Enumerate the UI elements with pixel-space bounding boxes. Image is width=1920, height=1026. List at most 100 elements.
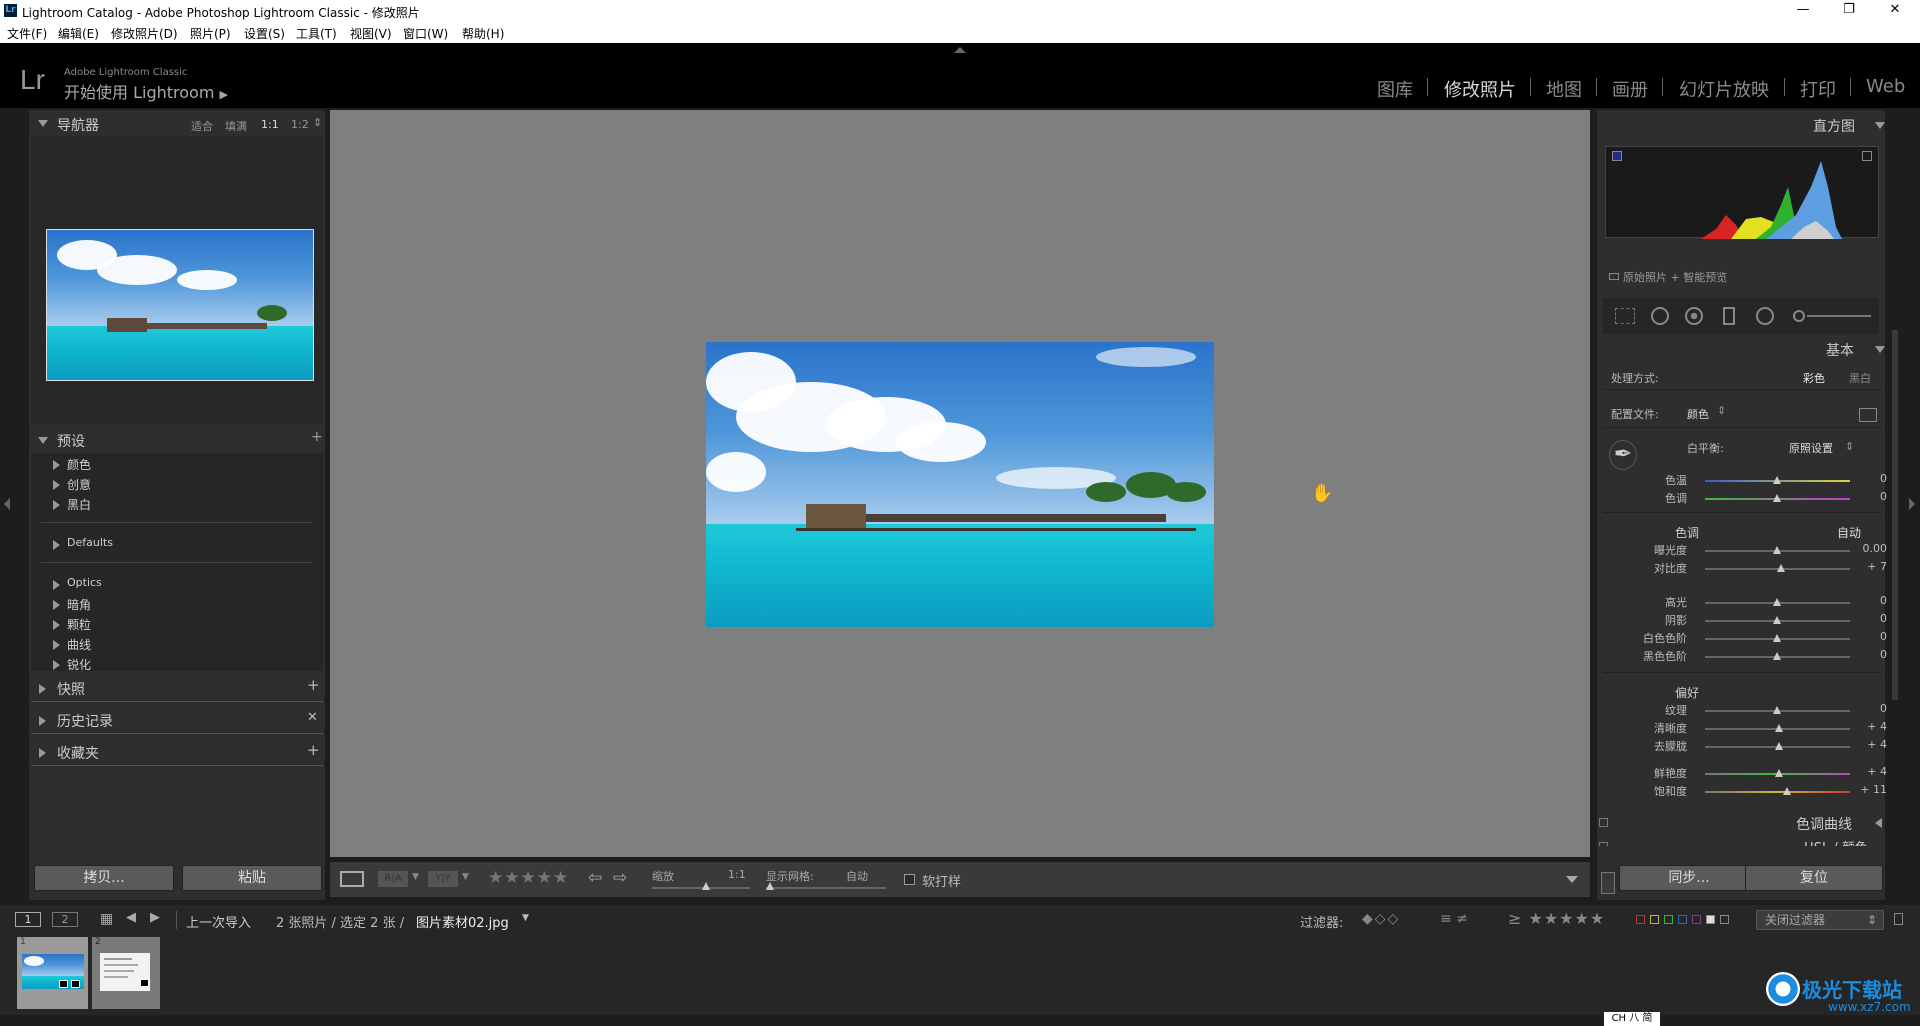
filename[interactable]: 图片素材02.jpg (416, 912, 509, 931)
module-develop[interactable]: 修改照片 (1444, 76, 1516, 102)
radial-filter-icon[interactable] (1756, 307, 1774, 325)
histogram-collapse-icon[interactable] (1875, 122, 1885, 129)
presets-title[interactable]: 预设 (57, 431, 85, 451)
menu-develop[interactable]: 修改照片(D) (111, 25, 178, 42)
zoom-1-1[interactable]: 1:1 (261, 118, 279, 131)
expand-icon[interactable] (53, 460, 60, 470)
previous-icon[interactable]: ◀ (126, 910, 136, 925)
tint-value[interactable]: 0 (1847, 490, 1887, 503)
soft-proof-checkbox[interactable] (904, 874, 915, 885)
highlight-clipping-icon[interactable] (1862, 151, 1872, 161)
temp-slider[interactable]: 色温 0 (1607, 472, 1887, 488)
menu-edit[interactable]: 编辑(E) (58, 25, 99, 42)
ime-indicator[interactable]: CH 八 简 (1604, 1012, 1660, 1026)
preset-group-optics[interactable]: Optics (67, 576, 102, 589)
tone-curve-expand-icon[interactable] (1875, 818, 1882, 828)
saturation-value[interactable]: + 11 (1847, 783, 1887, 796)
toolbar-options-icon[interactable] (1566, 876, 1578, 883)
clarity-slider[interactable]: 清晰度 + 4 (1607, 720, 1887, 736)
navigator-title[interactable]: 导航器 (57, 115, 99, 135)
contrast-value[interactable]: + 7 (1847, 560, 1887, 573)
preset-group-creative[interactable]: 创意 (67, 476, 91, 493)
blacks-value[interactable]: 0 (1847, 648, 1887, 661)
preset-group-vignette[interactable]: 暗角 (67, 596, 91, 613)
blacks-slider[interactable]: 黑色色阶 0 (1607, 648, 1887, 664)
texture-slider[interactable]: 纹理 0 (1607, 702, 1887, 718)
treatment-bw[interactable]: 黑白 (1849, 370, 1871, 386)
treatment-color[interactable]: 彩色 (1803, 370, 1825, 386)
snapshots-expand-icon[interactable] (39, 684, 46, 694)
red-label-filter[interactable] (1636, 915, 1645, 924)
expand-icon[interactable] (53, 500, 60, 510)
navigator-collapse-icon[interactable] (38, 120, 48, 127)
auto-sync-switch[interactable] (1601, 872, 1615, 894)
clarity-value[interactable]: + 4 (1847, 720, 1887, 733)
highlights-value[interactable]: 0 (1847, 594, 1887, 607)
vibrance-value[interactable]: + 4 (1847, 765, 1887, 778)
main-photo[interactable] (706, 342, 1214, 627)
profile-stepper-icon[interactable]: ⇕ (1717, 404, 1726, 417)
chevron-down-icon[interactable]: ▼ (412, 872, 419, 882)
preset-group-color[interactable]: 颜色 (67, 456, 91, 473)
next-photo-icon[interactable]: ⇨ (613, 868, 627, 888)
add-snapshot-icon[interactable]: + (307, 676, 320, 694)
presets-collapse-icon[interactable] (38, 437, 48, 444)
histogram-chart[interactable] (1605, 146, 1879, 239)
temp-value[interactable]: 0 (1847, 472, 1887, 485)
collapse-top-panel-icon[interactable] (954, 47, 966, 53)
sync-button[interactable]: 同步... (1619, 865, 1759, 891)
profile-value[interactable]: 颜色 (1687, 406, 1709, 422)
menu-file[interactable]: 文件(F) (7, 25, 47, 42)
collapse-right-panel-icon[interactable] (1909, 498, 1915, 510)
expand-icon[interactable] (53, 540, 60, 550)
hsl-toggle[interactable] (1599, 842, 1608, 846)
reset-button[interactable]: 复位 (1745, 865, 1883, 891)
flag-filter-icons[interactable]: ◆◇◇ (1362, 911, 1400, 927)
contrast-slider[interactable]: 对比度 + 7 (1607, 560, 1887, 576)
grid-slider-track[interactable] (766, 887, 886, 889)
brush-slider-icon[interactable] (1807, 315, 1871, 317)
dehaze-value[interactable]: + 4 (1847, 738, 1887, 751)
filter-preset-select[interactable]: 关闭过滤器 ⇕ (1756, 910, 1884, 930)
whites-value[interactable]: 0 (1847, 630, 1887, 643)
preset-group-grain[interactable]: 颗粒 (67, 616, 91, 633)
highlights-slider[interactable]: 高光 0 (1607, 594, 1887, 610)
thumbnail-cell[interactable]: 2 (92, 937, 160, 1009)
zoom-slider-track[interactable] (652, 887, 750, 889)
collections-title[interactable]: 收藏夹 (57, 743, 99, 763)
no-label-filter[interactable] (1720, 915, 1729, 924)
expand-icon[interactable] (53, 640, 60, 650)
thumbnail-cell[interactable]: 1 (17, 937, 88, 1009)
source-label[interactable]: 上一次导入 (186, 912, 251, 931)
history-title[interactable]: 历史记录 (57, 711, 113, 731)
eyedropper-icon[interactable]: ✒ (1609, 440, 1637, 470)
tint-slider[interactable]: 色调 0 (1607, 490, 1887, 506)
menu-photo[interactable]: 照片(P) (190, 25, 231, 42)
zoom-slider-knob[interactable] (702, 882, 710, 890)
saturation-slider[interactable]: 饱和度 + 11 (1607, 783, 1887, 799)
module-book[interactable]: 画册 (1612, 76, 1648, 102)
start-using-link[interactable]: 开始使用 Lightroom ▶ (64, 79, 228, 103)
histogram-title[interactable]: 直方图 (1813, 116, 1855, 136)
green-label-filter[interactable] (1664, 915, 1673, 924)
rating-filter-stars[interactable]: ≥ ★★★★★ (1508, 909, 1605, 928)
preset-group-bw[interactable]: 黑白 (67, 496, 91, 513)
yellow-label-filter[interactable] (1650, 915, 1659, 924)
main-window-button[interactable]: 1 (15, 912, 41, 927)
zoom-fit[interactable]: 适合 (191, 118, 213, 134)
basic-collapse-icon[interactable] (1875, 346, 1885, 353)
expand-icon[interactable] (53, 600, 60, 610)
paste-button[interactable]: 粘贴 (182, 865, 322, 891)
crop-tool-icon[interactable] (1615, 308, 1635, 324)
module-slideshow[interactable]: 幻灯片放映 (1679, 76, 1769, 102)
add-preset-icon[interactable]: + (311, 429, 323, 445)
dehaze-slider[interactable]: 去朦胧 + 4 (1607, 738, 1887, 754)
exposure-slider[interactable]: 曝光度 0.00 (1607, 542, 1887, 558)
navigator-thumbnail[interactable] (46, 229, 314, 381)
red-eye-icon[interactable] (1685, 307, 1703, 325)
collections-expand-icon[interactable] (39, 748, 46, 758)
close-button[interactable]: ✕ (1872, 0, 1918, 22)
expand-icon[interactable] (53, 580, 60, 590)
shadows-slider[interactable]: 阴影 0 (1607, 612, 1887, 628)
expand-icon[interactable] (53, 660, 60, 670)
